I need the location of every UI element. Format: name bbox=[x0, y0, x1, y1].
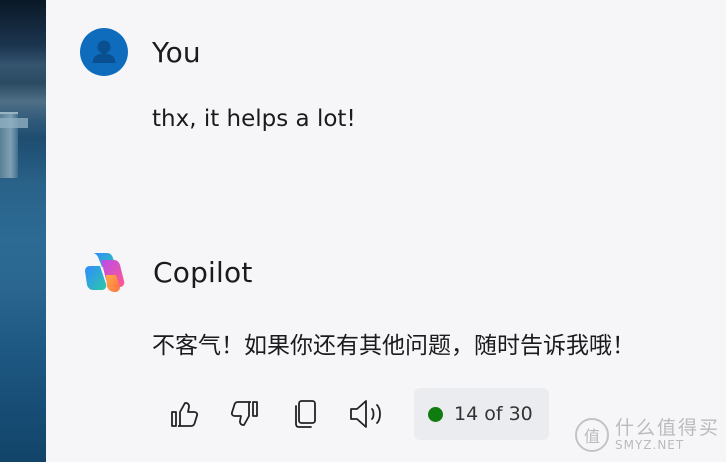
thumbs-up-icon bbox=[171, 402, 199, 427]
watermark-logo-icon: 值 bbox=[574, 417, 609, 452]
user-avatar bbox=[80, 28, 128, 76]
dislike-button[interactable] bbox=[225, 394, 265, 434]
read-aloud-button[interactable] bbox=[347, 394, 387, 434]
user-author-name: You bbox=[152, 35, 201, 69]
copilot-message-text: 不客气！如果你还有其他问题，随时告诉我哦！ bbox=[152, 333, 635, 359]
copilot-logo-icon bbox=[79, 247, 129, 297]
read-aloud-icon bbox=[350, 400, 381, 428]
thumbs-down-icon bbox=[230, 401, 258, 426]
status-dot-icon bbox=[428, 406, 443, 422]
copy-button[interactable] bbox=[286, 394, 326, 434]
desktop-wallpaper bbox=[0, 0, 46, 462]
response-pager: 14 of 30 bbox=[414, 388, 549, 440]
person-icon bbox=[92, 40, 116, 63]
user-message-header: You bbox=[80, 28, 201, 76]
user-message-text: thx, it helps a lot! bbox=[152, 106, 356, 132]
copilot-author-name: Copilot bbox=[153, 255, 253, 289]
response-count: 14 of 30 bbox=[454, 403, 533, 425]
copilot-message-header: Copilot bbox=[79, 247, 253, 297]
copy-icon bbox=[295, 400, 316, 428]
wallpaper-pier-edge bbox=[0, 118, 28, 128]
watermark-text-cn: 什么值得买 bbox=[614, 416, 720, 439]
watermark: 值 什么值得买 SMYZ.NET bbox=[574, 416, 720, 452]
like-button[interactable] bbox=[164, 394, 204, 434]
chat-panel: You thx, it helps a lot! Copilot 不客气！如果你… bbox=[46, 0, 726, 462]
message-actions: 14 of 30 bbox=[164, 388, 549, 440]
watermark-text-en: SMYZ.NET bbox=[614, 437, 685, 452]
